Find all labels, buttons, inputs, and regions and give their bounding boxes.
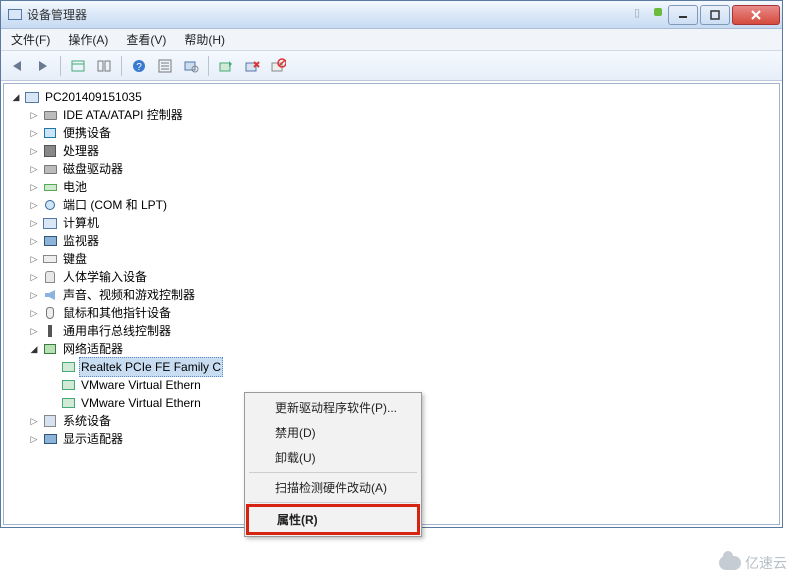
expander-icon[interactable] — [28, 415, 40, 427]
monitor-icon — [42, 233, 58, 249]
ctx-properties[interactable]: 属性(R) — [249, 507, 417, 532]
disk-icon — [42, 161, 58, 177]
tree-item-computer[interactable]: 计算机 — [4, 214, 779, 232]
arrow-right-icon — [39, 61, 47, 71]
expander-icon[interactable] — [28, 109, 40, 121]
tree-item-portable[interactable]: 便携设备 — [4, 124, 779, 142]
expander-icon[interactable] — [28, 433, 40, 445]
computer-icon — [42, 215, 58, 231]
netcard-icon — [60, 377, 76, 393]
svg-text:?: ? — [136, 62, 142, 73]
watermark-text: 亿速云 — [745, 553, 787, 573]
tree-item-network[interactable]: 网络适配器 — [4, 340, 779, 358]
minimize-button[interactable] — [668, 5, 698, 25]
root-label: PC201409151035 — [43, 88, 144, 106]
tree-item-sound[interactable]: 声音、视频和游戏控制器 — [4, 286, 779, 304]
window-title: 设备管理器 — [27, 6, 87, 23]
help-button[interactable]: ? — [127, 54, 151, 78]
tree-root[interactable]: PC201409151035 — [4, 88, 779, 106]
arrow-left-icon — [13, 61, 21, 71]
watermark: 亿速云 — [719, 553, 787, 573]
ctx-highlight-box: 属性(R) — [246, 504, 420, 535]
disable-button[interactable] — [266, 54, 290, 78]
expander-icon[interactable] — [28, 343, 40, 355]
properties-button[interactable] — [153, 54, 177, 78]
tree-item-keyboard[interactable]: 键盘 — [4, 250, 779, 268]
battery-icon — [42, 179, 58, 195]
hid-icon — [42, 269, 58, 285]
expander-icon[interactable] — [28, 217, 40, 229]
titlebar-background-apps: ▯ — [634, 6, 662, 19]
menubar: 文件(F) 操作(A) 查看(V) 帮助(H) — [1, 29, 782, 51]
context-menu: 更新驱动程序软件(P)... 禁用(D) 卸载(U) 扫描检测硬件改动(A) 属… — [244, 392, 422, 537]
ctx-separator — [249, 502, 417, 503]
bg-pill: ▯ — [634, 6, 640, 19]
netcard-icon — [60, 395, 76, 411]
bg-text — [654, 7, 662, 19]
expander-icon[interactable] — [28, 181, 40, 193]
ide-icon — [42, 107, 58, 123]
expander-icon[interactable] — [28, 253, 40, 265]
expander-icon[interactable] — [28, 235, 40, 247]
computer-icon — [24, 89, 40, 105]
toolbar-separator — [121, 56, 122, 76]
network-icon — [42, 341, 58, 357]
tree-item-battery[interactable]: 电池 — [4, 178, 779, 196]
expander-icon[interactable] — [28, 163, 40, 175]
port-icon — [42, 197, 58, 213]
keyboard-icon — [42, 251, 58, 267]
expander-icon[interactable] — [28, 145, 40, 157]
expander-icon[interactable] — [28, 127, 40, 139]
titlebar-left: 设备管理器 — [7, 6, 87, 23]
toolbar-separator — [60, 56, 61, 76]
tree-item-ide[interactable]: IDE ATA/ATAPI 控制器 — [4, 106, 779, 124]
tree-item-disk[interactable]: 磁盘驱动器 — [4, 160, 779, 178]
chip-icon — [42, 143, 58, 159]
tree-item-ports[interactable]: 端口 (COM 和 LPT) — [4, 196, 779, 214]
close-button[interactable] — [732, 5, 780, 25]
titlebar[interactable]: 设备管理器 ▯ — [1, 1, 782, 29]
sound-icon — [42, 287, 58, 303]
ctx-disable[interactable]: 禁用(D) — [247, 420, 419, 445]
usb-icon — [42, 323, 58, 339]
display-icon — [42, 431, 58, 447]
tree-item-monitor[interactable]: 监视器 — [4, 232, 779, 250]
uninstall-button[interactable] — [240, 54, 264, 78]
scan-button[interactable] — [179, 54, 203, 78]
update-driver-button[interactable] — [214, 54, 238, 78]
ctx-separator — [249, 472, 417, 473]
menu-help[interactable]: 帮助(H) — [178, 29, 231, 50]
back-button[interactable] — [5, 54, 29, 78]
menu-action[interactable]: 操作(A) — [62, 29, 114, 50]
tree-item-usb[interactable]: 通用串行总线控制器 — [4, 322, 779, 340]
show-hidden-button[interactable] — [66, 54, 90, 78]
expander-icon[interactable] — [28, 307, 40, 319]
menu-file[interactable]: 文件(F) — [5, 29, 56, 50]
portable-icon — [42, 125, 58, 141]
forward-button[interactable] — [31, 54, 55, 78]
ctx-scan[interactable]: 扫描检测硬件改动(A) — [247, 475, 419, 500]
ctx-update-driver[interactable]: 更新驱动程序软件(P)... — [247, 395, 419, 420]
toolbar-separator — [208, 56, 209, 76]
expander-icon[interactable] — [28, 271, 40, 283]
tree-item-hid[interactable]: 人体学输入设备 — [4, 268, 779, 286]
tree-item-processor[interactable]: 处理器 — [4, 142, 779, 160]
maximize-button[interactable] — [700, 5, 730, 25]
mouse-icon — [42, 305, 58, 321]
system-icon — [42, 413, 58, 429]
ctx-uninstall[interactable]: 卸载(U) — [247, 445, 419, 470]
view-button[interactable] — [92, 54, 116, 78]
netcard-icon — [60, 359, 76, 375]
tree-item-mouse[interactable]: 鼠标和其他指针设备 — [4, 304, 779, 322]
expander-icon[interactable] — [28, 199, 40, 211]
expander-icon[interactable] — [10, 91, 22, 103]
menu-view[interactable]: 查看(V) — [120, 29, 172, 50]
window-controls — [666, 5, 780, 25]
tree-item-realtek[interactable]: Realtek PCIe FE Family C — [4, 358, 779, 376]
toolbar: ? — [1, 51, 782, 81]
app-icon — [7, 7, 23, 23]
cloud-icon — [719, 556, 741, 570]
expander-icon[interactable] — [28, 325, 40, 337]
expander-icon[interactable] — [28, 289, 40, 301]
